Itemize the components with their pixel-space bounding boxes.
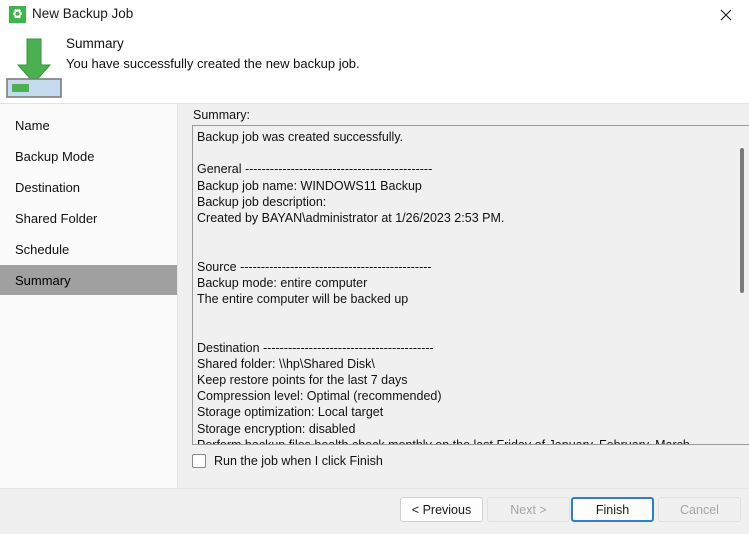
- summary-textbox[interactable]: Backup job was created successfully. Gen…: [192, 125, 735, 445]
- wizard-steps-sidebar: Name Backup Mode Destination Shared Fold…: [0, 104, 178, 489]
- run-job-checkbox-label: Run the job when I click Finish: [214, 454, 383, 468]
- sidebar-item-summary[interactable]: Summary: [0, 265, 177, 295]
- run-job-checkbox-row[interactable]: Run the job when I click Finish: [192, 454, 383, 468]
- run-job-checkbox[interactable]: [192, 454, 206, 468]
- sidebar-item-schedule[interactable]: Schedule: [0, 234, 177, 264]
- sidebar-item-backup-mode[interactable]: Backup Mode: [0, 141, 177, 171]
- previous-button[interactable]: < Previous: [400, 497, 483, 522]
- header-title: Summary: [66, 36, 124, 51]
- dialog-footer: < Previous Next > Finish Cancel: [0, 489, 749, 534]
- finish-button[interactable]: Finish: [571, 497, 654, 522]
- close-icon: [720, 9, 732, 20]
- wizard-header: Summary You have successfully created th…: [0, 29, 749, 103]
- title-bar: New Backup Job: [0, 0, 749, 29]
- sidebar-item-destination[interactable]: Destination: [0, 172, 177, 202]
- summary-label: Summary:: [193, 108, 250, 122]
- summary-pane: Summary: Backup job was created successf…: [179, 104, 749, 534]
- sidebar-item-label: Backup Mode: [15, 148, 95, 164]
- download-arrow-icon: [4, 31, 64, 99]
- window-title: New Backup Job: [32, 6, 134, 21]
- dialog-body: Name Backup Mode Destination Shared Fold…: [0, 104, 749, 534]
- sidebar-item-name[interactable]: Name: [0, 110, 177, 140]
- sidebar-item-label: Name: [15, 117, 50, 133]
- header-subtitle: You have successfully created the new ba…: [66, 56, 360, 71]
- sidebar-item-label: Schedule: [15, 241, 70, 257]
- summary-scrollbar[interactable]: [735, 125, 749, 445]
- new-backup-job-dialog: New Backup Job Summary You have successf…: [0, 0, 749, 534]
- gear-icon: [9, 6, 26, 23]
- next-button: Next >: [487, 497, 570, 522]
- sidebar-item-label: Destination: [15, 179, 81, 195]
- close-button[interactable]: [703, 0, 749, 29]
- summary-text: Backup job was created successfully. Gen…: [197, 130, 694, 445]
- sidebar-item-label: Shared Folder: [15, 210, 98, 226]
- cancel-button: Cancel: [658, 497, 741, 522]
- scrollbar-thumb[interactable]: [740, 148, 744, 293]
- sidebar-item-label: Summary: [15, 272, 71, 288]
- sidebar-item-shared-folder[interactable]: Shared Folder: [0, 203, 177, 233]
